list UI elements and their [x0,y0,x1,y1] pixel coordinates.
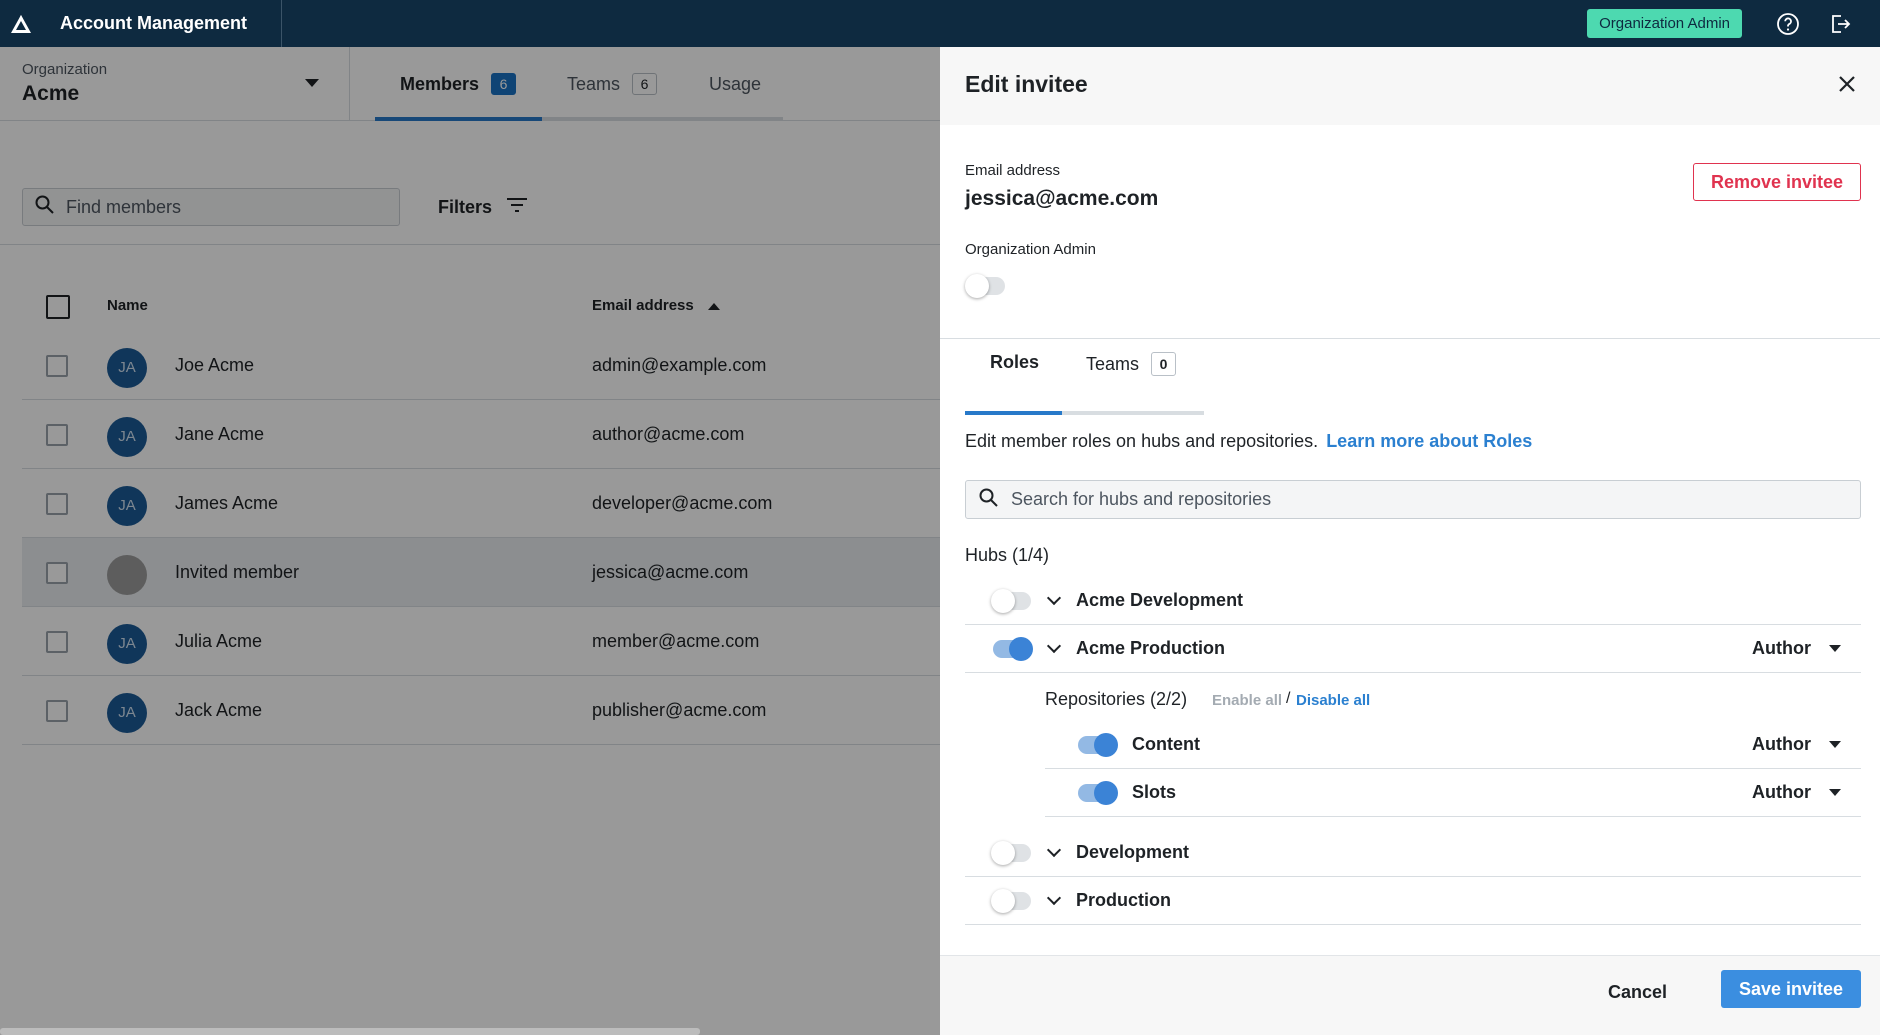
hubs-count-label: Hubs (1/4) [965,545,1050,565]
hub-search-field[interactable] [965,480,1861,519]
hub-row: Development [965,829,1861,877]
hub-role-value: Author [1752,638,1811,658]
chevron-down-icon[interactable] [1046,638,1062,654]
section-divider [940,338,1880,339]
tab-panel-teams[interactable]: Teams 0 [1086,352,1177,376]
repository-role-select[interactable]: Author [1752,734,1841,755]
chevron-down-icon[interactable] [1046,842,1062,858]
repository-row: Slots Author [1045,769,1861,817]
top-bar: Account Management Organization Admin [0,0,1880,47]
enable-all-link[interactable]: Enable all [1212,692,1282,709]
hub-row: Acme Production Author [965,625,1861,673]
panel-tab-active-underline [965,411,1062,415]
roles-description: Edit member roles on hubs and repositori… [965,431,1532,452]
repository-name: Slots [1132,782,1177,802]
caret-down-icon [1829,645,1841,652]
learn-more-roles-link[interactable]: Learn more about Roles [1326,431,1532,451]
cancel-button[interactable]: Cancel [1608,982,1667,1003]
repository-role-value: Author [1752,734,1811,754]
tab-roles[interactable]: Roles [990,352,1039,373]
hub-toggle[interactable] [991,889,1031,913]
close-icon[interactable] [1836,73,1858,95]
modal-backdrop[interactable] [0,47,940,1035]
triangle-logo-icon[interactable] [0,0,42,47]
role-badge: Organization Admin [1587,9,1742,38]
repository-role-select[interactable]: Author [1752,782,1841,803]
panel-footer: Cancel Save invitee [940,955,1880,1035]
repository-toggle[interactable] [1078,733,1118,757]
app-title: Account Management [42,0,283,47]
hub-role-select[interactable]: Author [1752,638,1841,659]
search-icon [979,488,998,512]
logout-icon[interactable] [1828,12,1852,36]
organization-admin-label: Organization Admin [965,241,1096,258]
tab-panel-teams-label: Teams [1086,353,1140,374]
horizontal-scrollbar[interactable] [0,1028,700,1035]
repository-toggle[interactable] [1078,781,1118,805]
repository-role-value: Author [1752,782,1811,802]
organization-admin-toggle[interactable] [965,274,1005,298]
invitee-email: jessica@acme.com [965,187,1159,210]
caret-down-icon [1829,741,1841,748]
hub-row: Acme Development [965,577,1861,625]
hub-search-input[interactable] [1011,489,1811,510]
repository-name: Content [1132,734,1200,754]
hub-name: Acme Production [1076,638,1226,658]
enable-disable-separator: / [1286,690,1291,707]
help-circle-icon[interactable] [1776,12,1800,36]
repository-row: Content Author [1045,721,1861,769]
hub-toggle[interactable] [991,841,1031,865]
remove-invitee-button[interactable]: Remove invitee [1693,163,1861,201]
caret-down-icon [1829,789,1841,796]
tab-roles-label: Roles [990,352,1040,372]
roles-description-text: Edit member roles on hubs and repositori… [965,431,1319,451]
hub-toggle[interactable] [991,589,1031,613]
edit-invitee-panel: Edit invitee Email address jessica@acme.… [940,47,1880,1035]
hub-name: Production [1076,890,1171,910]
hub-name: Development [1076,842,1190,862]
chevron-down-icon[interactable] [1046,590,1062,606]
disable-all-link[interactable]: Disable all [1296,692,1370,709]
panel-title: Edit invitee [965,71,1088,97]
hub-row: Production [965,877,1861,925]
email-address-label: Email address [965,162,1061,179]
save-invitee-button[interactable]: Save invitee [1721,970,1861,1008]
hub-name: Acme Development [1076,590,1244,610]
chevron-down-icon[interactable] [1046,890,1062,906]
hub-toggle[interactable] [993,637,1033,661]
panel-header: Edit invitee [940,47,1880,125]
repositories-count-label: Repositories (2/2) [1045,689,1188,709]
tab-panel-teams-count: 0 [1151,352,1177,376]
